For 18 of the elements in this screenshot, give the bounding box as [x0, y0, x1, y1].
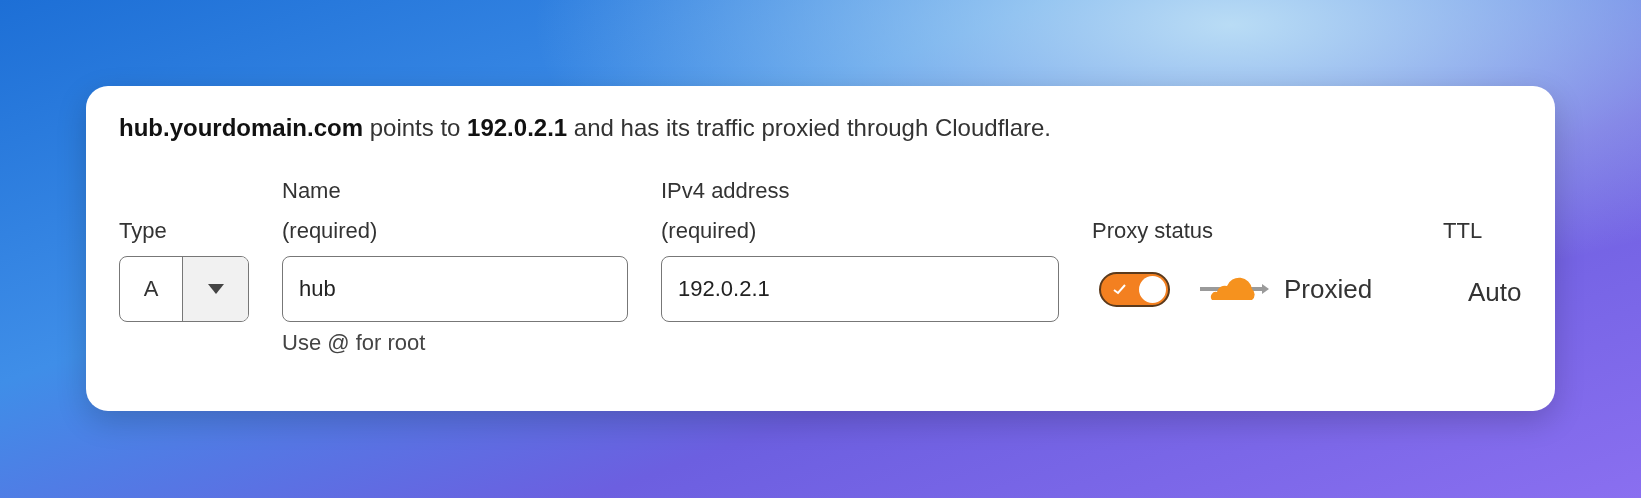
field-label: Proxy status — [1092, 218, 1215, 244]
proxy-toggle[interactable] — [1099, 271, 1170, 307]
input-field[interactable]: 192.0.2.1 — [661, 256, 1059, 322]
required-note: (required) — [282, 218, 379, 244]
cloud-icon — [1200, 277, 1270, 301]
type-select[interactable]: A — [119, 256, 249, 322]
field-hint: Use @ for root — [282, 329, 427, 356]
input-field[interactable]: hub — [282, 256, 628, 322]
record-summary: hub.yourdomain.com points to 192.0.2.1 and has its traffic proxied through Cloudflare. — [119, 114, 1052, 142]
field-label: Name — [282, 178, 342, 204]
caret-icon — [207, 284, 224, 294]
field-label: TTL — [1443, 218, 1484, 244]
required-note: (required) — [661, 218, 758, 244]
field-label: IPv4 address — [661, 178, 791, 204]
field-label: Type — [119, 218, 168, 244]
ttl-value: Auto — [1467, 275, 1522, 309]
check-icon — [1113, 283, 1126, 295]
proxy-status-text: Proxied — [1284, 273, 1373, 305]
